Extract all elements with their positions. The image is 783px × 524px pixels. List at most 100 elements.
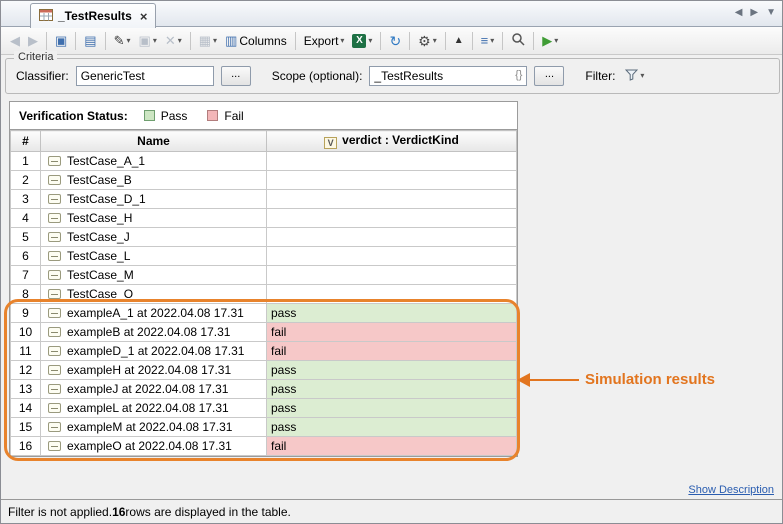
forward-button[interactable]: ▶ xyxy=(25,30,41,52)
table-row[interactable]: 10 exampleB at 2022.04.08 17.31 fail xyxy=(11,323,517,342)
export-button[interactable]: Export▾ xyxy=(301,30,348,52)
scope-input[interactable] xyxy=(369,66,527,86)
show-description-link[interactable]: Show Description xyxy=(688,484,774,496)
row-name-cell[interactable]: TestCase_L xyxy=(41,247,267,266)
row-verdict-cell[interactable]: pass xyxy=(267,304,517,323)
tab-scroll-right-icon[interactable]: ▶ xyxy=(750,7,758,18)
scope-browse-button[interactable]: ... xyxy=(534,66,564,86)
row-verdict-cell[interactable] xyxy=(267,152,517,171)
table-row[interactable]: 16 exampleO at 2022.04.08 17.31 fail xyxy=(11,437,517,456)
table-row[interactable]: 9 exampleA_1 at 2022.04.08 17.31 pass xyxy=(11,304,517,323)
export-excel-button[interactable]: X▾ xyxy=(349,30,375,52)
classifier-browse-button[interactable]: ... xyxy=(221,66,251,86)
tab-scroll-left-icon[interactable]: ◀ xyxy=(735,7,743,18)
row-index-cell[interactable]: 10 xyxy=(11,323,41,342)
header-name[interactable]: Name xyxy=(41,131,267,152)
row-verdict-cell[interactable]: fail xyxy=(267,323,517,342)
row-index-cell[interactable]: 7 xyxy=(11,266,41,285)
table-row[interactable]: 7 TestCase_M xyxy=(11,266,517,285)
row-index-cell[interactable]: 14 xyxy=(11,399,41,418)
table-row[interactable]: 13 exampleJ at 2022.04.08 17.31 pass xyxy=(11,380,517,399)
row-index-cell[interactable]: 16 xyxy=(11,437,41,456)
table-row[interactable]: 2 TestCase_B xyxy=(11,171,517,190)
row-index-cell[interactable]: 2 xyxy=(11,171,41,190)
refresh-button[interactable]: ↻ xyxy=(386,30,404,52)
row-name-cell[interactable]: exampleA_1 at 2022.04.08 17.31 xyxy=(41,304,267,323)
edit-button[interactable]: ✎▾ xyxy=(111,30,134,52)
row-name-cell[interactable]: TestCase_D_1 xyxy=(41,190,267,209)
move-rows-button[interactable]: ▦▾ xyxy=(196,30,220,52)
row-verdict-cell[interactable]: fail xyxy=(267,437,517,456)
row-name-cell[interactable]: exampleO at 2022.04.08 17.31 xyxy=(41,437,267,456)
row-name-cell[interactable]: exampleD_1 at 2022.04.08 17.31 xyxy=(41,342,267,361)
row-index-cell[interactable]: 6 xyxy=(11,247,41,266)
table-row[interactable]: 14 exampleL at 2022.04.08 17.31 pass xyxy=(11,399,517,418)
row-verdict-cell[interactable] xyxy=(267,190,517,209)
header-index[interactable]: # xyxy=(11,131,41,152)
row-name-cell[interactable]: TestCase_B xyxy=(41,171,267,190)
row-name-cell[interactable]: TestCase_H xyxy=(41,209,267,228)
status-text-prefix: Filter is not applied. xyxy=(8,505,112,519)
table-row[interactable]: 3 TestCase_D_1 xyxy=(11,190,517,209)
row-verdict-cell[interactable]: pass xyxy=(267,361,517,380)
row-index-cell[interactable]: 9 xyxy=(11,304,41,323)
table-row[interactable]: 11 exampleD_1 at 2022.04.08 17.31 fail xyxy=(11,342,517,361)
row-name-cell[interactable]: exampleJ at 2022.04.08 17.31 xyxy=(41,380,267,399)
row-name-cell[interactable]: exampleM at 2022.04.08 17.31 xyxy=(41,418,267,437)
table-row[interactable]: 5 TestCase_J xyxy=(11,228,517,247)
row-verdict-cell[interactable] xyxy=(267,228,517,247)
options-button[interactable]: ⚙▾ xyxy=(415,30,440,52)
row-index-cell[interactable]: 8 xyxy=(11,285,41,304)
tab-title: _TestResults xyxy=(58,9,132,23)
row-index-cell[interactable]: 15 xyxy=(11,418,41,437)
row-verdict-cell[interactable] xyxy=(267,171,517,190)
table-row[interactable]: 12 exampleH at 2022.04.08 17.31 pass xyxy=(11,361,517,380)
classifier-input[interactable] xyxy=(76,66,214,86)
generate-report-button[interactable]: ▤ xyxy=(81,30,99,52)
row-name-cell[interactable]: TestCase_O xyxy=(41,285,267,304)
delete-button[interactable]: ✕▾ xyxy=(162,30,185,52)
row-name-cell[interactable]: exampleH at 2022.04.08 17.31 xyxy=(41,361,267,380)
row-verdict-cell[interactable] xyxy=(267,209,517,228)
back-button[interactable]: ◀ xyxy=(7,30,23,52)
row-verdict-cell[interactable]: pass xyxy=(267,399,517,418)
columns-button[interactable]: ▥Columns xyxy=(222,30,290,52)
results-panel: Verification Status: Pass Fail # Name Vv… xyxy=(9,101,518,457)
row-verdict-cell[interactable] xyxy=(267,285,517,304)
row-name-cell[interactable]: TestCase_A_1 xyxy=(41,152,267,171)
row-verdict-cell[interactable] xyxy=(267,266,517,285)
tab-list-icon[interactable]: ▼ xyxy=(766,7,776,18)
row-verdict-cell[interactable]: fail xyxy=(267,342,517,361)
header-verdict[interactable]: Vverdict : VerdictKind xyxy=(267,131,517,152)
copy-rows-button[interactable]: ▣ xyxy=(52,30,70,52)
table-row[interactable]: 1 TestCase_A_1 xyxy=(11,152,517,171)
row-verdict-cell[interactable] xyxy=(267,247,517,266)
row-verdict-cell[interactable]: pass xyxy=(267,418,517,437)
filter-button[interactable]: ▾ xyxy=(622,66,647,86)
row-index-cell[interactable]: 3 xyxy=(11,190,41,209)
table-row[interactable]: 4 TestCase_H xyxy=(11,209,517,228)
row-name-text: TestCase_H xyxy=(67,211,132,225)
row-name-cell[interactable]: exampleL at 2022.04.08 17.31 xyxy=(41,399,267,418)
row-name-cell[interactable]: exampleB at 2022.04.08 17.31 xyxy=(41,323,267,342)
run-simulation-button[interactable]: ▶▾ xyxy=(539,30,561,52)
row-index-cell[interactable]: 4 xyxy=(11,209,41,228)
row-name-cell[interactable]: TestCase_J xyxy=(41,228,267,247)
add-existing-button[interactable]: ▣▾ xyxy=(136,30,160,52)
row-index-cell[interactable]: 12 xyxy=(11,361,41,380)
row-name-text: exampleL at 2022.04.08 17.31 xyxy=(67,401,229,415)
search-button[interactable] xyxy=(508,30,528,52)
table-row[interactable]: 15 exampleM at 2022.04.08 17.31 pass xyxy=(11,418,517,437)
tab-testresults[interactable]: _TestResults × xyxy=(30,3,156,28)
row-index-cell[interactable]: 13 xyxy=(11,380,41,399)
row-index-cell[interactable]: 5 xyxy=(11,228,41,247)
close-icon[interactable]: × xyxy=(140,9,148,24)
row-verdict-cell[interactable]: pass xyxy=(267,380,517,399)
table-row[interactable]: 6 TestCase_L xyxy=(11,247,517,266)
row-index-cell[interactable]: 1 xyxy=(11,152,41,171)
view-mode-button[interactable]: ≡▾ xyxy=(478,30,498,52)
row-index-cell[interactable]: 11 xyxy=(11,342,41,361)
table-row[interactable]: 8 TestCase_O xyxy=(11,285,517,304)
collapse-toolbar-button[interactable]: ▲ xyxy=(451,30,467,52)
row-name-cell[interactable]: TestCase_M xyxy=(41,266,267,285)
